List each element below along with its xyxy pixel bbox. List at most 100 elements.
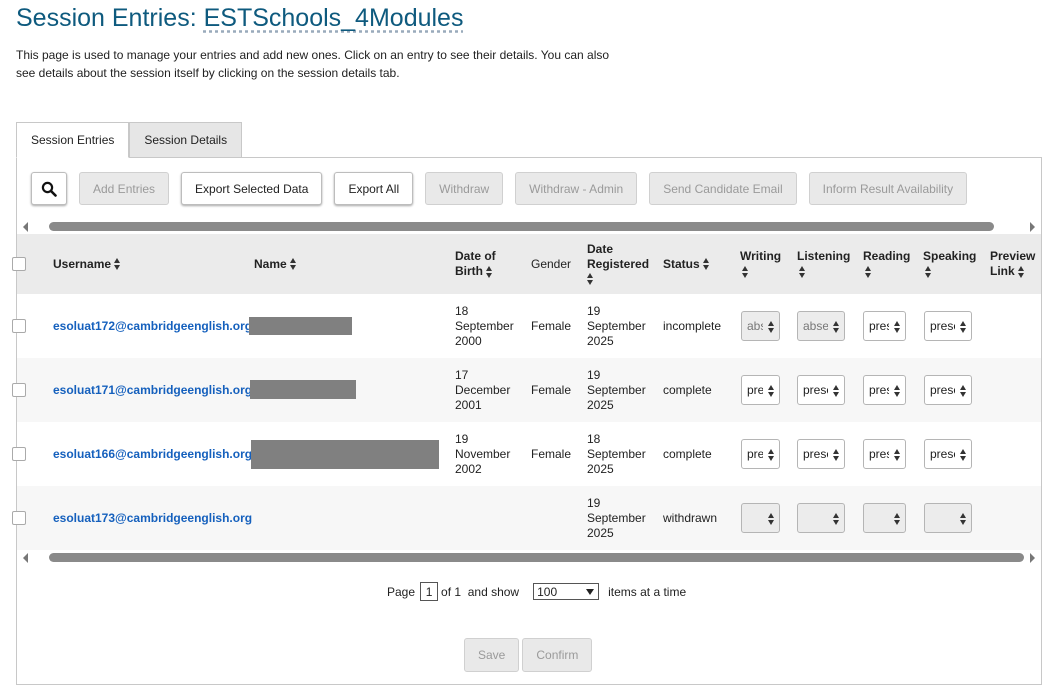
page-of-label: of 1 and show [441, 584, 520, 599]
col-username[interactable]: Username [53, 234, 121, 294]
writing-select[interactable]: absent [741, 311, 780, 341]
col-gender: Gender [531, 256, 572, 271]
inform-result-button[interactable]: Inform Result Availability [808, 172, 968, 205]
scrollbar-thumb[interactable] [49, 553, 1024, 562]
speaking-select[interactable] [924, 503, 972, 533]
col-writing[interactable]: Writing [740, 234, 781, 294]
updown-icon [960, 321, 967, 333]
col-registered[interactable]: Date Registered [587, 234, 653, 294]
updown-icon [768, 449, 775, 461]
page-title: Session Entries: ESTSchools_4Modules [16, 4, 463, 33]
scroll-left-arrow-icon[interactable] [23, 222, 28, 232]
page-size-select[interactable]: 100 [533, 583, 600, 600]
withdraw-button[interactable]: Withdraw [425, 172, 504, 205]
username-link[interactable]: esoluat171@cambridgeenglish.org [53, 383, 252, 398]
reading-select[interactable]: present [863, 311, 906, 341]
page-number-input[interactable]: 1 [420, 582, 439, 601]
updown-icon [768, 321, 775, 333]
sort-icon [925, 265, 932, 278]
status-cell: withdrawn [663, 510, 718, 525]
col-name[interactable]: Name [254, 234, 297, 294]
scroll-left-arrow-icon[interactable] [23, 553, 28, 563]
withdraw-admin-button[interactable]: Withdraw - Admin [515, 172, 638, 205]
listening-select[interactable]: absent [797, 311, 845, 341]
status-cell: complete [663, 446, 712, 461]
tab-session-entries[interactable]: Session Entries [16, 122, 130, 158]
registered-cell: 18 September 2025 [587, 431, 646, 476]
listening-select[interactable] [797, 503, 845, 533]
tab-bar: Session Entries Session Details [16, 122, 243, 158]
save-button[interactable]: Save [464, 638, 520, 672]
col-listening[interactable]: Listening [797, 234, 850, 294]
sort-icon [742, 265, 749, 278]
sort-icon [1017, 265, 1025, 278]
updown-icon [833, 513, 840, 525]
status-cell: complete [663, 382, 712, 397]
updown-icon [960, 385, 967, 397]
bottom-horizontal-scrollbar[interactable] [19, 551, 1039, 565]
updown-icon [894, 385, 901, 397]
search-button[interactable] [31, 172, 67, 205]
confirm-button[interactable]: Confirm [522, 638, 593, 672]
col-status[interactable]: Status [663, 234, 710, 294]
username-link[interactable]: esoluat172@cambridgeenglish.org [53, 319, 252, 334]
reading-select[interactable]: present [863, 439, 906, 469]
table-row[interactable]: esoluat166@cambridgeenglish.org 19 Novem… [12, 422, 1041, 486]
row-checkbox[interactable] [12, 319, 26, 333]
items-label: items at a time [608, 584, 687, 599]
row-checkbox[interactable] [12, 511, 26, 525]
scroll-right-arrow-icon[interactable] [1030, 222, 1035, 232]
page-title-prefix: Session Entries: [16, 4, 204, 32]
sort-icon [114, 258, 121, 270]
username-link[interactable]: esoluat173@cambridgeenglish.org [53, 511, 252, 526]
sort-icon [799, 265, 806, 278]
col-reading[interactable]: Reading [863, 234, 910, 294]
gender-cell: Female [531, 382, 572, 397]
page-label: Page [387, 584, 416, 599]
export-selected-button[interactable]: Export Selected Data [181, 172, 323, 205]
send-email-button[interactable]: Send Candidate Email [649, 172, 797, 205]
speaking-select[interactable]: present [924, 311, 972, 341]
reading-select[interactable]: present [863, 375, 906, 405]
intro-text: This page is used to manage your entries… [16, 48, 610, 80]
updown-icon [833, 321, 840, 333]
writing-select[interactable] [741, 503, 780, 533]
listening-select[interactable]: present [797, 375, 845, 405]
registered-cell: 19 September 2025 [587, 495, 646, 540]
listening-select[interactable]: present [797, 439, 845, 469]
updown-icon [960, 513, 967, 525]
row-checkbox[interactable] [12, 447, 26, 461]
export-all-button[interactable]: Export All [334, 172, 414, 205]
updown-icon [768, 513, 775, 525]
tab-session-details[interactable]: Session Details [129, 122, 243, 158]
row-checkbox[interactable] [12, 383, 26, 397]
redacted-name [249, 317, 352, 335]
writing-select[interactable]: present [741, 375, 780, 405]
updown-icon [768, 385, 775, 397]
table-row[interactable]: esoluat171@cambridgeenglish.org 17 Decem… [12, 358, 1041, 422]
speaking-select[interactable]: present [924, 375, 972, 405]
username-link[interactable]: esoluat166@cambridgeenglish.org [53, 447, 252, 462]
reading-select[interactable] [863, 503, 906, 533]
scrollbar-thumb[interactable] [49, 222, 994, 231]
sort-icon [289, 258, 297, 270]
col-preview[interactable]: Preview Link [990, 234, 1040, 294]
table-row[interactable]: esoluat173@cambridgeenglish.org 19 Septe… [12, 486, 1041, 550]
registered-cell: 19 September 2025 [587, 367, 646, 412]
gender-cell: Female [531, 446, 572, 461]
registered-cell: 19 September 2025 [587, 303, 646, 348]
writing-select[interactable]: present [741, 439, 780, 469]
scroll-right-arrow-icon[interactable] [1030, 553, 1035, 563]
updown-icon [833, 385, 840, 397]
table-header: Username Name Date of Birth Gender Date … [12, 234, 1041, 294]
col-dob[interactable]: Date of Birth [455, 234, 515, 294]
sort-icon [587, 273, 594, 286]
pagination: Page 1 of 1 and show 100 items at a time [387, 582, 686, 601]
select-all-checkbox[interactable] [12, 257, 26, 271]
col-speaking[interactable]: Speaking [923, 234, 976, 294]
table-row[interactable]: esoluat172@cambridgeenglish.org 18 Septe… [12, 294, 1041, 358]
session-name: ESTSchools_4Modules [203, 4, 464, 32]
speaking-select[interactable]: present [924, 439, 972, 469]
add-entries-button[interactable]: Add Entries [79, 172, 170, 205]
top-horizontal-scrollbar[interactable] [19, 220, 1039, 234]
